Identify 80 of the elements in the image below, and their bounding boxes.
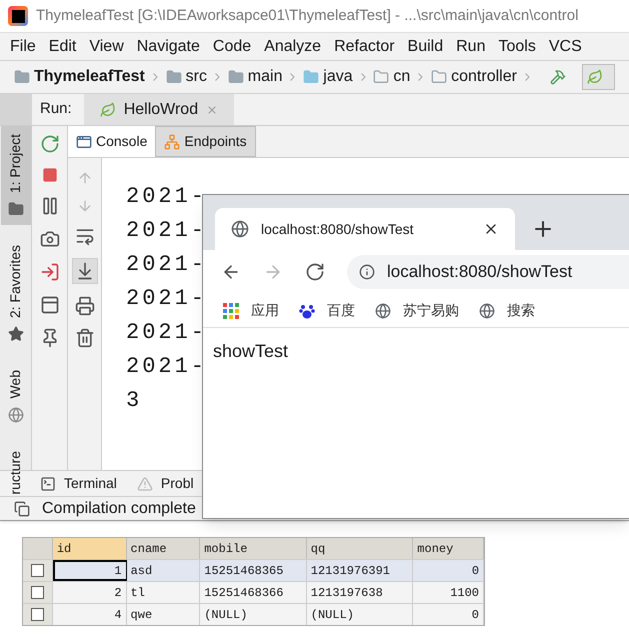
menu-item[interactable]: Tools — [498, 34, 536, 58]
menu-item[interactable]: Navigate — [136, 34, 200, 58]
app-logo-icon — [8, 6, 28, 26]
console-line: 2021- — [126, 183, 208, 211]
exit-icon — [40, 262, 60, 282]
row-checkbox[interactable] — [30, 608, 44, 621]
leaf-icon — [586, 69, 603, 85]
terminal-icon — [40, 476, 56, 492]
table-cell: 0 — [413, 604, 484, 625]
run-label: Run: — [40, 99, 72, 120]
browser-tab[interactable]: localhost:8080/showTest — [215, 208, 515, 250]
bookmark[interactable]: 百度 — [299, 300, 355, 321]
paw-icon — [299, 302, 315, 318]
menu-item[interactable]: Edit — [48, 34, 76, 58]
run-tab[interactable]: HelloWrod — [84, 94, 234, 125]
page-text: showTest — [213, 341, 288, 361]
apps-grid-icon — [223, 302, 239, 318]
bookmark[interactable]: 苏宁易购 — [375, 300, 459, 321]
leaf-icon — [100, 102, 116, 118]
reload-icon — [305, 262, 325, 282]
menu-item[interactable]: Refactor — [334, 34, 395, 58]
endpoints-icon — [164, 134, 180, 150]
menu-item[interactable]: File — [10, 34, 36, 58]
copy-icon — [14, 500, 30, 516]
star-icon — [8, 326, 24, 342]
side-tab[interactable]: 2: Favorites — [0, 237, 30, 350]
console-line: 2021- — [126, 353, 208, 381]
menu-item[interactable]: View — [89, 34, 124, 58]
folder-icon — [8, 201, 24, 218]
printer-icon — [74, 296, 94, 316]
console-line: 3 — [126, 387, 142, 415]
trash-icon — [74, 328, 94, 348]
side-tab[interactable]: 1: Project — [0, 126, 30, 226]
table-cell: (NULL) — [306, 604, 414, 625]
console-line: 2021- — [126, 251, 208, 279]
breadcrumb-item[interactable]: cn — [393, 65, 410, 89]
breadcrumb-item[interactable]: main — [248, 65, 282, 89]
tool-tab[interactable]: Probl — [136, 473, 194, 494]
rerun-icon — [40, 134, 60, 154]
console-tab[interactable]: Endpoints — [155, 126, 256, 157]
info-icon — [359, 264, 375, 280]
console-line: 2021- — [126, 285, 208, 313]
breadcrumb-item[interactable]: src — [186, 65, 207, 89]
column-header[interactable]: id — [52, 538, 127, 559]
tool-tab[interactable]: Terminal — [40, 473, 117, 494]
close-icon — [206, 104, 218, 116]
side-tab[interactable]: Web — [0, 362, 30, 431]
globe-icon — [375, 302, 391, 318]
breadcrumb-item[interactable]: ThymeleafTest — [34, 65, 145, 89]
console-line: 2021- — [126, 319, 208, 347]
menu-item[interactable]: Analyze — [264, 34, 322, 58]
menu-item[interactable]: Build — [408, 34, 444, 58]
globe-icon — [231, 220, 249, 238]
menu-item[interactable]: Run — [456, 34, 486, 58]
warning-icon — [136, 476, 153, 492]
row-checkbox[interactable] — [30, 586, 44, 599]
row-checkbox[interactable] — [30, 564, 44, 577]
table-cell: qwe — [126, 604, 200, 625]
window-title: ThymeleafTest [G:\IDEAworksapce01\ThymeleafTest] - ...\src\main\java\cn\control — [36, 6, 578, 26]
globe-icon — [479, 302, 495, 318]
status-text: Compilation complete — [42, 498, 196, 518]
layout-icon — [40, 295, 60, 315]
menu-item[interactable]: Code — [212, 34, 252, 58]
console-tab[interactable]: Console — [68, 126, 156, 157]
camera-icon — [40, 229, 60, 249]
address-bar[interactable]: localhost:8080/showTest — [347, 255, 629, 289]
window-icon — [76, 134, 92, 150]
breadcrumb-item[interactable]: java — [323, 65, 353, 89]
scroll-to-end-button[interactable] — [72, 258, 98, 284]
bookmark[interactable]: 搜索 — [479, 300, 535, 321]
breadcrumb-item[interactable]: controller — [451, 65, 517, 89]
table-cell: 1 — [52, 560, 127, 581]
menu-item[interactable]: VCS — [548, 34, 582, 58]
stop-icon — [42, 167, 58, 183]
side-tab[interactable]: ructure — [0, 442, 30, 502]
table-cell: (NULL) — [200, 604, 307, 625]
table-cell: 4 — [52, 604, 127, 625]
console-line: 2021- — [126, 217, 208, 245]
globe-icon — [8, 406, 24, 423]
bookmark[interactable]: 应用 — [223, 300, 279, 321]
